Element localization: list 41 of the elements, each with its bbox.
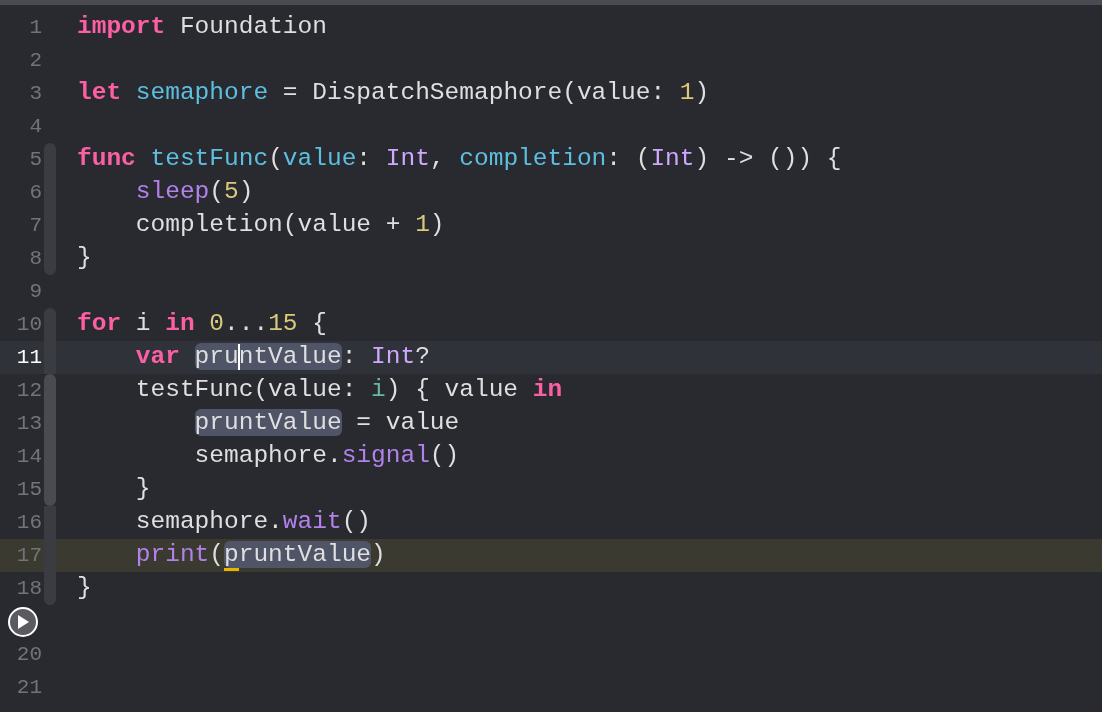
code-line: sleep(5) (134, 177, 254, 208)
line-number: 21 (16, 675, 42, 699)
code-folding-ribbon[interactable] (44, 506, 56, 539)
line-number: 11 (16, 345, 42, 369)
line-number: 6 (29, 180, 42, 204)
line-number: 18 (16, 576, 42, 600)
code-line: pruntValue = value (193, 408, 460, 439)
code-line: } (134, 474, 151, 505)
code-line: import Foundation (77, 12, 327, 43)
line-number: 8 (29, 246, 42, 270)
line-number: 12 (16, 378, 42, 402)
line-number: 14 (16, 444, 42, 468)
code-line: testFunc(value: i) { value in (134, 375, 563, 406)
code-line: semaphore.signal() (193, 441, 460, 472)
line-number: 16 (16, 510, 42, 534)
code-line: print(pruntValue) (77, 537, 386, 574)
code-line: let semaphore = DispatchSemaphore(value: 1) (77, 78, 710, 109)
line-number: 9 (29, 279, 42, 303)
line-number: 5 (29, 147, 42, 171)
code-line: semaphore.wait() (134, 507, 372, 538)
code-line: func testFunc(value: Int, completion: (Int) -> ()) { (77, 144, 842, 175)
code-folding-ribbon[interactable] (44, 341, 56, 374)
line-number: 10 (16, 312, 42, 336)
code-line: for i in 0...15 { (77, 309, 327, 340)
play-icon (16, 613, 30, 630)
code-folding-ribbon[interactable] (44, 473, 56, 506)
line-number: 1 (29, 15, 42, 39)
line-number: 4 (29, 114, 42, 138)
code-line: } (77, 243, 92, 274)
line-number: 3 (29, 81, 42, 105)
line-number: 15 (16, 477, 42, 501)
line-number: 2 (29, 48, 42, 72)
run-button[interactable] (8, 606, 38, 637)
code-folding-ribbon[interactable] (44, 374, 56, 407)
line-number: 7 (29, 213, 42, 237)
code-line: completion(value + 1) (134, 210, 445, 241)
code-line: var pruntValue: Int? (134, 342, 430, 373)
line-number: 20 (16, 642, 42, 666)
code-line: } (77, 573, 92, 604)
line-number: 17 (16, 543, 42, 567)
line-number: 13 (16, 411, 42, 435)
